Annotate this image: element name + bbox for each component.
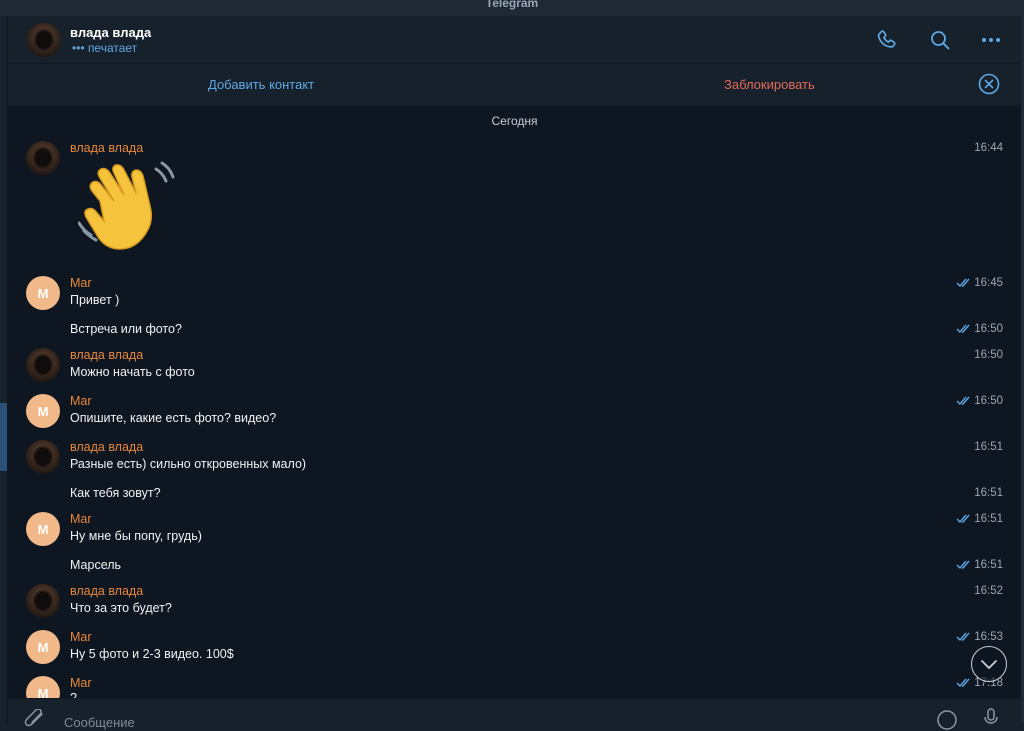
read-check-icon: [956, 560, 970, 570]
typing-status: ••• печатает: [72, 41, 138, 55]
message-text: Встреча или фото?: [70, 322, 182, 336]
message-time: 16:45: [956, 277, 1003, 289]
read-check-icon: [956, 514, 970, 524]
message-time: 16:51: [956, 559, 1003, 571]
message-text: Привет ): [70, 293, 120, 307]
contact-action-bar: Добавить контакт Заблокировать: [8, 64, 1021, 106]
sender-name[interactable]: влада влада: [70, 584, 143, 598]
block-button[interactable]: Заблокировать: [724, 77, 815, 92]
sender-name[interactable]: влада влада: [70, 141, 143, 155]
message-composer: Сообщение: [8, 698, 1021, 730]
sender-name[interactable]: Mar: [70, 394, 92, 408]
message-text: Что за это будет?: [70, 601, 172, 615]
message-time: 16:50: [956, 323, 1003, 335]
sender-avatar[interactable]: M: [26, 276, 60, 310]
window-titlebar: Telegram: [0, 0, 1024, 17]
message-text: Ну 5 фото и 2-3 видео. 100$: [70, 647, 234, 661]
chat-header: влада влада ••• печатает: [8, 16, 1021, 64]
chat-list-edge[interactable]: [0, 16, 8, 723]
close-icon[interactable]: [978, 73, 1000, 95]
read-check-icon: [956, 632, 970, 642]
sender-avatar[interactable]: [26, 440, 60, 474]
phone-icon[interactable]: [875, 28, 899, 52]
read-check-icon: [956, 324, 970, 334]
more-icon[interactable]: [979, 28, 1003, 52]
message-time: 16:50: [956, 395, 1003, 407]
sender-name[interactable]: Mar: [70, 276, 92, 290]
message-text: ?: [70, 691, 77, 698]
sender-name[interactable]: влада влада: [70, 348, 143, 362]
message-list[interactable]: Сегодня влада влада 16:44 M Mar Привет )…: [8, 106, 1021, 698]
sender-avatar[interactable]: M: [26, 512, 60, 546]
message-text: Ну мне бы попу, грудь): [70, 529, 202, 543]
sender-avatar[interactable]: [26, 141, 60, 175]
read-check-icon: [956, 396, 970, 406]
sender-name[interactable]: Mar: [70, 512, 92, 526]
message-text: Можно начать с фото: [70, 365, 195, 379]
message-text: Марсель: [70, 558, 122, 572]
contact-avatar[interactable]: [27, 23, 61, 57]
sender-avatar[interactable]: M: [26, 676, 60, 698]
message-time: 16:51: [956, 513, 1003, 525]
sender-name[interactable]: Mar: [70, 676, 92, 690]
message-text: Как тебя зовут?: [70, 486, 161, 500]
sender-avatar[interactable]: [26, 584, 60, 618]
read-check-icon: [956, 678, 970, 688]
add-contact-button[interactable]: Добавить контакт: [208, 77, 314, 92]
window-title: Telegram: [485, 0, 539, 10]
message-time: 16:52: [974, 585, 1003, 597]
selected-chat-indicator: [0, 403, 7, 471]
message-time: 16:44: [974, 142, 1003, 154]
sender-avatar[interactable]: M: [26, 630, 60, 664]
search-icon[interactable]: [928, 28, 952, 52]
message-text: Разные есть) сильно откровенных мало): [70, 457, 307, 471]
read-check-icon: [956, 278, 970, 288]
sender-avatar[interactable]: [26, 348, 60, 382]
waving-hand-sticker[interactable]: [78, 161, 178, 256]
date-separator: Сегодня: [491, 114, 538, 128]
message-text: Опишите, какие есть фото? видео?: [70, 411, 277, 425]
sender-avatar[interactable]: M: [26, 394, 60, 428]
message-time: 16:53: [956, 631, 1003, 643]
message-time: 16:51: [974, 487, 1003, 499]
chevron-down-icon: [981, 660, 997, 669]
scroll-to-bottom-button[interactable]: [971, 646, 1007, 682]
attach-icon[interactable]: [24, 709, 46, 729]
sender-name[interactable]: Mar: [70, 630, 92, 644]
microphone-icon[interactable]: [982, 708, 1000, 730]
contact-name[interactable]: влада влада: [70, 25, 151, 40]
emoji-icon[interactable]: [936, 709, 958, 731]
message-time: 16:51: [974, 441, 1003, 453]
message-time: 16:50: [974, 349, 1003, 361]
sender-name[interactable]: влада влада: [70, 440, 143, 454]
